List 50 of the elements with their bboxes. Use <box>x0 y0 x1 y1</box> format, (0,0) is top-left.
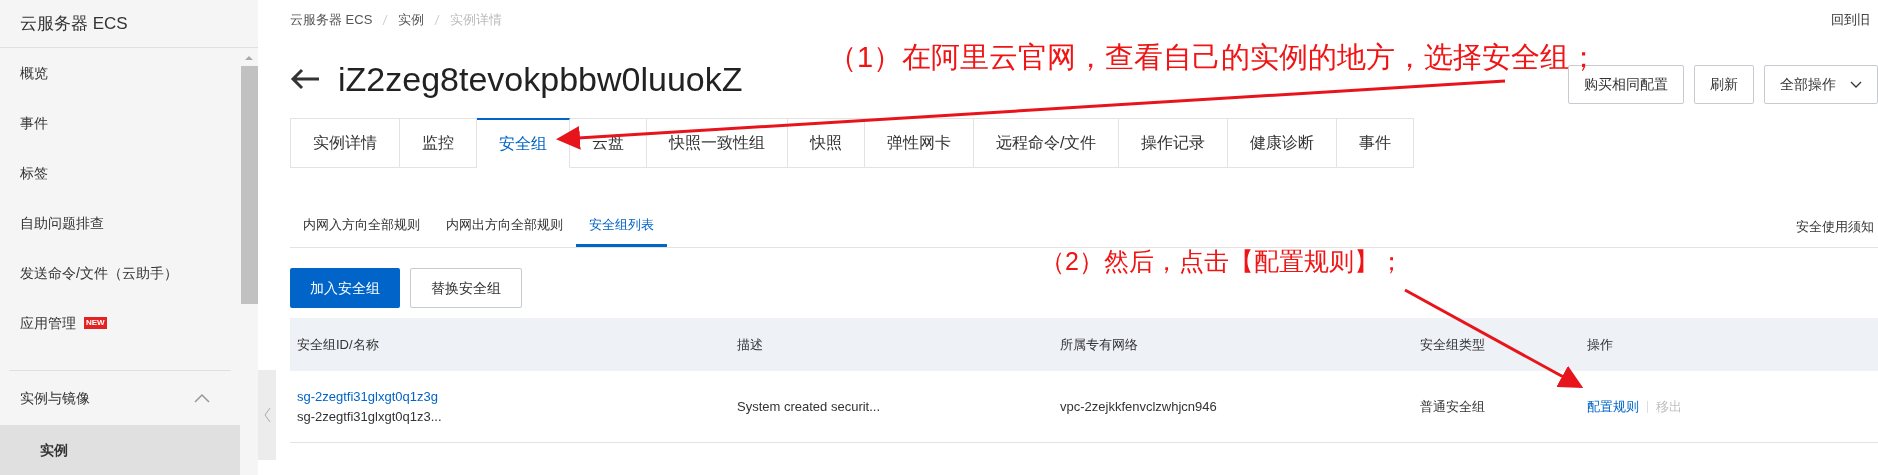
subtab[interactable]: 安全组列表 <box>576 206 667 247</box>
caret-icon <box>1850 80 1862 88</box>
new-badge: NEW <box>84 317 107 329</box>
sidebar-item[interactable]: 实例 <box>0 425 240 475</box>
tab[interactable]: 事件 <box>1337 118 1415 168</box>
sidebar-item[interactable]: 自助问题排查 <box>0 198 240 248</box>
chevron-up-icon <box>194 393 210 403</box>
instance-title: iZ2zeg8tevokpbbw0luuokZ <box>338 58 743 100</box>
tab[interactable]: 弹性网卡 <box>865 118 974 168</box>
sidebar-item[interactable]: 事件 <box>0 98 240 148</box>
tab[interactable]: 操作记录 <box>1119 118 1229 168</box>
security-group-id-link[interactable]: sg-2zegtfi31glxgt0q1z3g <box>297 387 723 407</box>
sidebar-item[interactable]: 标签 <box>0 148 240 198</box>
action-button[interactable]: 全部操作 <box>1764 64 1878 104</box>
tab[interactable]: 监控 <box>400 118 477 168</box>
tab[interactable]: 快照一致性组 <box>647 118 788 168</box>
security-notice-link[interactable]: 安全使用须知 <box>1796 206 1878 247</box>
back-to-old-link[interactable]: 回到旧 <box>1831 10 1878 30</box>
chevron-left-icon <box>263 407 271 423</box>
table-cell: 普通安全组 <box>1420 398 1485 414</box>
security-group-button[interactable]: 加入安全组 <box>290 268 400 308</box>
column-header: 操作 <box>1587 336 1613 352</box>
tab[interactable]: 健康诊断 <box>1228 118 1338 168</box>
table-cell: vpc-2zejkkfenvclzwhjcn946 <box>1060 398 1217 414</box>
column-header: 安全组类型 <box>1420 336 1485 352</box>
action-button[interactable]: 刷新 <box>1694 64 1754 104</box>
row-action-link[interactable]: 配置规则 <box>1587 396 1639 417</box>
sidebar-group[interactable]: 实例与镜像 <box>0 371 240 425</box>
sidebar-item[interactable]: 概览 <box>0 48 240 98</box>
security-group-button[interactable]: 替换安全组 <box>410 268 522 308</box>
sidebar-title: 云服务器 ECS <box>0 0 258 48</box>
back-arrow-icon[interactable] <box>290 68 320 90</box>
column-header: 描述 <box>737 336 763 352</box>
column-header: 安全组ID/名称 <box>297 336 379 352</box>
slash-separator-icon <box>382 14 389 26</box>
sidebar-item[interactable]: 发送命令/文件（云助手） <box>0 248 240 298</box>
table-cell-text: sg-2zegtfi31glxgt0q1z3... <box>297 407 443 426</box>
tab[interactable]: 实例详情 <box>290 118 400 168</box>
table-cell: System created securit... <box>737 398 881 414</box>
breadcrumb-link[interactable]: 实例 <box>398 10 425 30</box>
subtab[interactable]: 内网入方向全部规则 <box>290 206 433 247</box>
annotation-text: （2）然后，点击【配置规则】； <box>1040 246 1404 277</box>
collapse-handle[interactable] <box>258 370 276 460</box>
tab[interactable]: 快照 <box>788 118 865 168</box>
tab[interactable]: 远程命令/文件 <box>974 118 1120 168</box>
column-header: 所属专有网络 <box>1060 336 1138 352</box>
slash-separator-icon <box>434 14 441 26</box>
sidebar-item[interactable]: 应用管理 NEW <box>0 298 240 348</box>
breadcrumb-link[interactable]: 云服务器 ECS <box>290 10 373 30</box>
subtab[interactable]: 内网出方向全部规则 <box>433 206 576 247</box>
